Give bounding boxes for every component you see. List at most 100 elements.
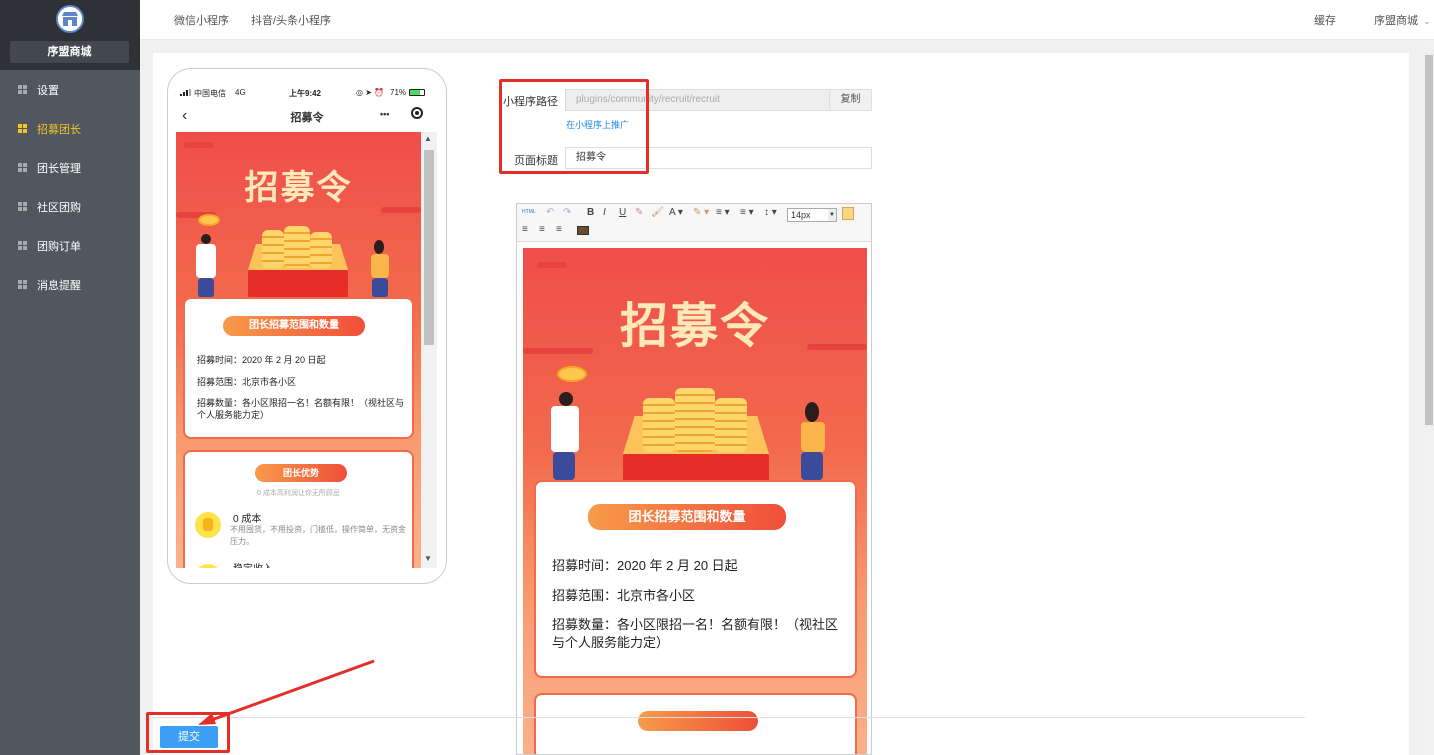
highlight-color-icon[interactable]: ✎ ▾ bbox=[693, 207, 709, 218]
money-bag-icon bbox=[195, 512, 221, 538]
location-icon: ◎ ➤ ⏰ bbox=[356, 88, 385, 97]
scroll-up-icon[interactable]: ▲ bbox=[424, 134, 432, 143]
sidebar-item-label: 社区团购 bbox=[37, 201, 81, 214]
line-height-icon[interactable]: ↕ ▾ bbox=[764, 207, 777, 218]
cache-link[interactable]: 缓存 bbox=[1314, 12, 1336, 28]
eraser-icon[interactable]: ✎ bbox=[635, 207, 643, 218]
coin bbox=[198, 214, 220, 226]
scroll-thumb[interactable] bbox=[1425, 55, 1433, 425]
rich-text-editor: HTML ↶ ↷ B I U ✎ 🖌 A ▾ ✎ ▾ ≡ ▾ ≡ ▾ ↕ ▾ 1… bbox=[516, 203, 872, 755]
store-name: 序盟商城 bbox=[1374, 15, 1418, 27]
section-pill bbox=[638, 711, 758, 731]
grid-icon bbox=[18, 280, 27, 289]
cloud-decor bbox=[184, 142, 214, 148]
scroll-thumb[interactable] bbox=[424, 150, 434, 345]
clock: 上午9:42 bbox=[289, 89, 322, 98]
phone-page-title: 招募令 bbox=[290, 112, 324, 124]
brand-name: 序盟商城 bbox=[10, 41, 129, 63]
copy-button[interactable]: 复制 bbox=[829, 89, 872, 111]
advantage-card: 团长优势 0 成本高利润让你无所顾忌 0 成本 不用囤货，不用投资，门槛低，操作… bbox=[183, 450, 414, 568]
sidebar-item-orders[interactable]: 团购订单 bbox=[0, 226, 140, 265]
recruit-count: 招募数量：各小区限招一名！名额有限！（视社区与个人服务能力定） bbox=[552, 617, 839, 650]
topbar: 微信小程序 抖音/头条小程序 缓存 序盟商城 ⌄ bbox=[140, 0, 1434, 40]
signal-icon bbox=[180, 89, 192, 98]
more-icon[interactable]: ••• bbox=[380, 109, 389, 119]
justify-icon[interactable]: ≡ bbox=[556, 224, 562, 235]
battery-icon bbox=[409, 89, 425, 96]
grid-icon bbox=[18, 241, 27, 250]
brand: 序盟商城 bbox=[0, 0, 140, 70]
section-pill: 团长招募范围和数量 bbox=[223, 316, 365, 336]
sidebar-item-label: 团长管理 bbox=[37, 162, 81, 175]
cloud-decor bbox=[537, 262, 567, 268]
coin-stack bbox=[715, 398, 747, 452]
sidebar-item-leader-manage[interactable]: 团长管理 bbox=[0, 148, 140, 187]
person-left-body bbox=[551, 406, 579, 452]
tab-wechat-miniapp[interactable]: 微信小程序 bbox=[174, 12, 229, 28]
person-right-body bbox=[801, 422, 825, 452]
page-scrollbar[interactable] bbox=[1424, 40, 1434, 755]
store-dropdown[interactable]: 序盟商城 ⌄ bbox=[1374, 12, 1431, 28]
coin-stack bbox=[675, 388, 715, 452]
image-icon[interactable] bbox=[577, 226, 589, 235]
sidebar-item-recruit[interactable]: 招募团长 bbox=[0, 109, 140, 148]
scroll-down-icon[interactable]: ▼ bbox=[424, 554, 432, 563]
bold-icon[interactable]: B bbox=[587, 207, 594, 218]
coin-stack bbox=[262, 230, 284, 268]
section-pill: 团长招募范围和数量 bbox=[588, 504, 786, 530]
align-center-icon[interactable]: ≡ bbox=[522, 224, 528, 235]
annotation-arrow-icon bbox=[198, 659, 375, 725]
font-color-icon[interactable]: A ▾ bbox=[669, 207, 683, 218]
advantage-card bbox=[534, 693, 857, 754]
recruit-scope-card: 团长招募范围和数量 招募时间：2020 年 2 月 20 日起 招募范围：北京市… bbox=[183, 297, 414, 439]
grid-icon bbox=[18, 85, 27, 94]
format-painter-icon[interactable]: 🖌 bbox=[651, 207, 664, 218]
undo-icon[interactable]: ↶ bbox=[546, 207, 554, 218]
close-circle-icon[interactable] bbox=[411, 107, 423, 119]
font-size-select[interactable]: 14px ▼ bbox=[787, 208, 837, 222]
recruit-scope-card: 团长招募范围和数量 招募时间：2020 年 2 月 20 日起 招募范围：北京市… bbox=[534, 480, 857, 678]
italic-icon[interactable]: I bbox=[603, 207, 606, 218]
align-left-icon[interactable] bbox=[842, 207, 854, 220]
chevron-down-icon: ▼ bbox=[828, 209, 836, 221]
cloud-decor bbox=[807, 344, 867, 350]
adv1-desc: 不用囤货，不用投资，门槛低，操作简单，无资金压力。 bbox=[230, 525, 406, 546]
recruit-poster: 招募令 团长招募范围和数量 招募时间：2020 年 2 月 20 日起 招募范围… bbox=[176, 132, 421, 568]
sidebar-item-settings[interactable]: 设置 bbox=[0, 70, 140, 109]
advantage-subtitle: 0 成本高利润让你无所顾忌 bbox=[257, 490, 340, 497]
align-right-icon[interactable]: ≡ bbox=[539, 224, 545, 235]
adv1-title: 0 成本 bbox=[233, 514, 262, 525]
person-right bbox=[805, 402, 819, 422]
sidebar-item-label: 招募团长 bbox=[37, 123, 81, 136]
person-right bbox=[374, 240, 384, 254]
person-left-legs bbox=[198, 278, 214, 298]
ordered-list-icon[interactable]: ≡ ▾ bbox=[716, 207, 730, 218]
highlight-box bbox=[499, 79, 649, 174]
sidebar-item-label: 设置 bbox=[37, 84, 59, 97]
html-button[interactable]: HTML bbox=[522, 209, 536, 215]
sidebar-item-label: 消息提醒 bbox=[37, 279, 81, 292]
person-left-body bbox=[196, 244, 216, 278]
unordered-list-icon[interactable]: ≡ ▾ bbox=[740, 207, 754, 218]
recruit-time: 招募时间：2020 年 2 月 20 日起 bbox=[552, 558, 738, 573]
recruit-scope: 招募范围：北京市各小区 bbox=[552, 588, 696, 603]
sidebar-item-label: 团购订单 bbox=[37, 240, 81, 253]
chevron-down-icon: ⌄ bbox=[1423, 16, 1431, 26]
person-left bbox=[201, 234, 211, 244]
sidebar: 序盟商城 设置 招募团长 团长管理 社区团购 团购订单 消息提醒 bbox=[0, 0, 140, 755]
tab-douyin-miniapp[interactable]: 抖音/头条小程序 bbox=[251, 12, 331, 28]
phone-scrollbar[interactable]: ▲ ▼ bbox=[421, 132, 437, 568]
person-right-legs bbox=[801, 452, 823, 480]
person-right-legs bbox=[372, 278, 388, 298]
sidebar-item-notifications[interactable]: 消息提醒 bbox=[0, 265, 140, 304]
coin bbox=[557, 366, 587, 382]
network: 4G bbox=[235, 88, 246, 97]
sidebar-item-group-buy[interactable]: 社区团购 bbox=[0, 187, 140, 226]
underline-icon[interactable]: U bbox=[619, 207, 626, 218]
redo-icon[interactable]: ↷ bbox=[563, 207, 571, 218]
editor-poster: 招募令 团长招募范围和数量 招募时间：2020 年 2 月 20 日起 招募范围… bbox=[523, 248, 867, 754]
treasure-box bbox=[248, 270, 348, 298]
cloud-decor bbox=[381, 207, 421, 213]
phone-nav-bar: ‹ 招募令 ••• bbox=[168, 105, 446, 131]
store-logo-icon bbox=[56, 5, 84, 33]
